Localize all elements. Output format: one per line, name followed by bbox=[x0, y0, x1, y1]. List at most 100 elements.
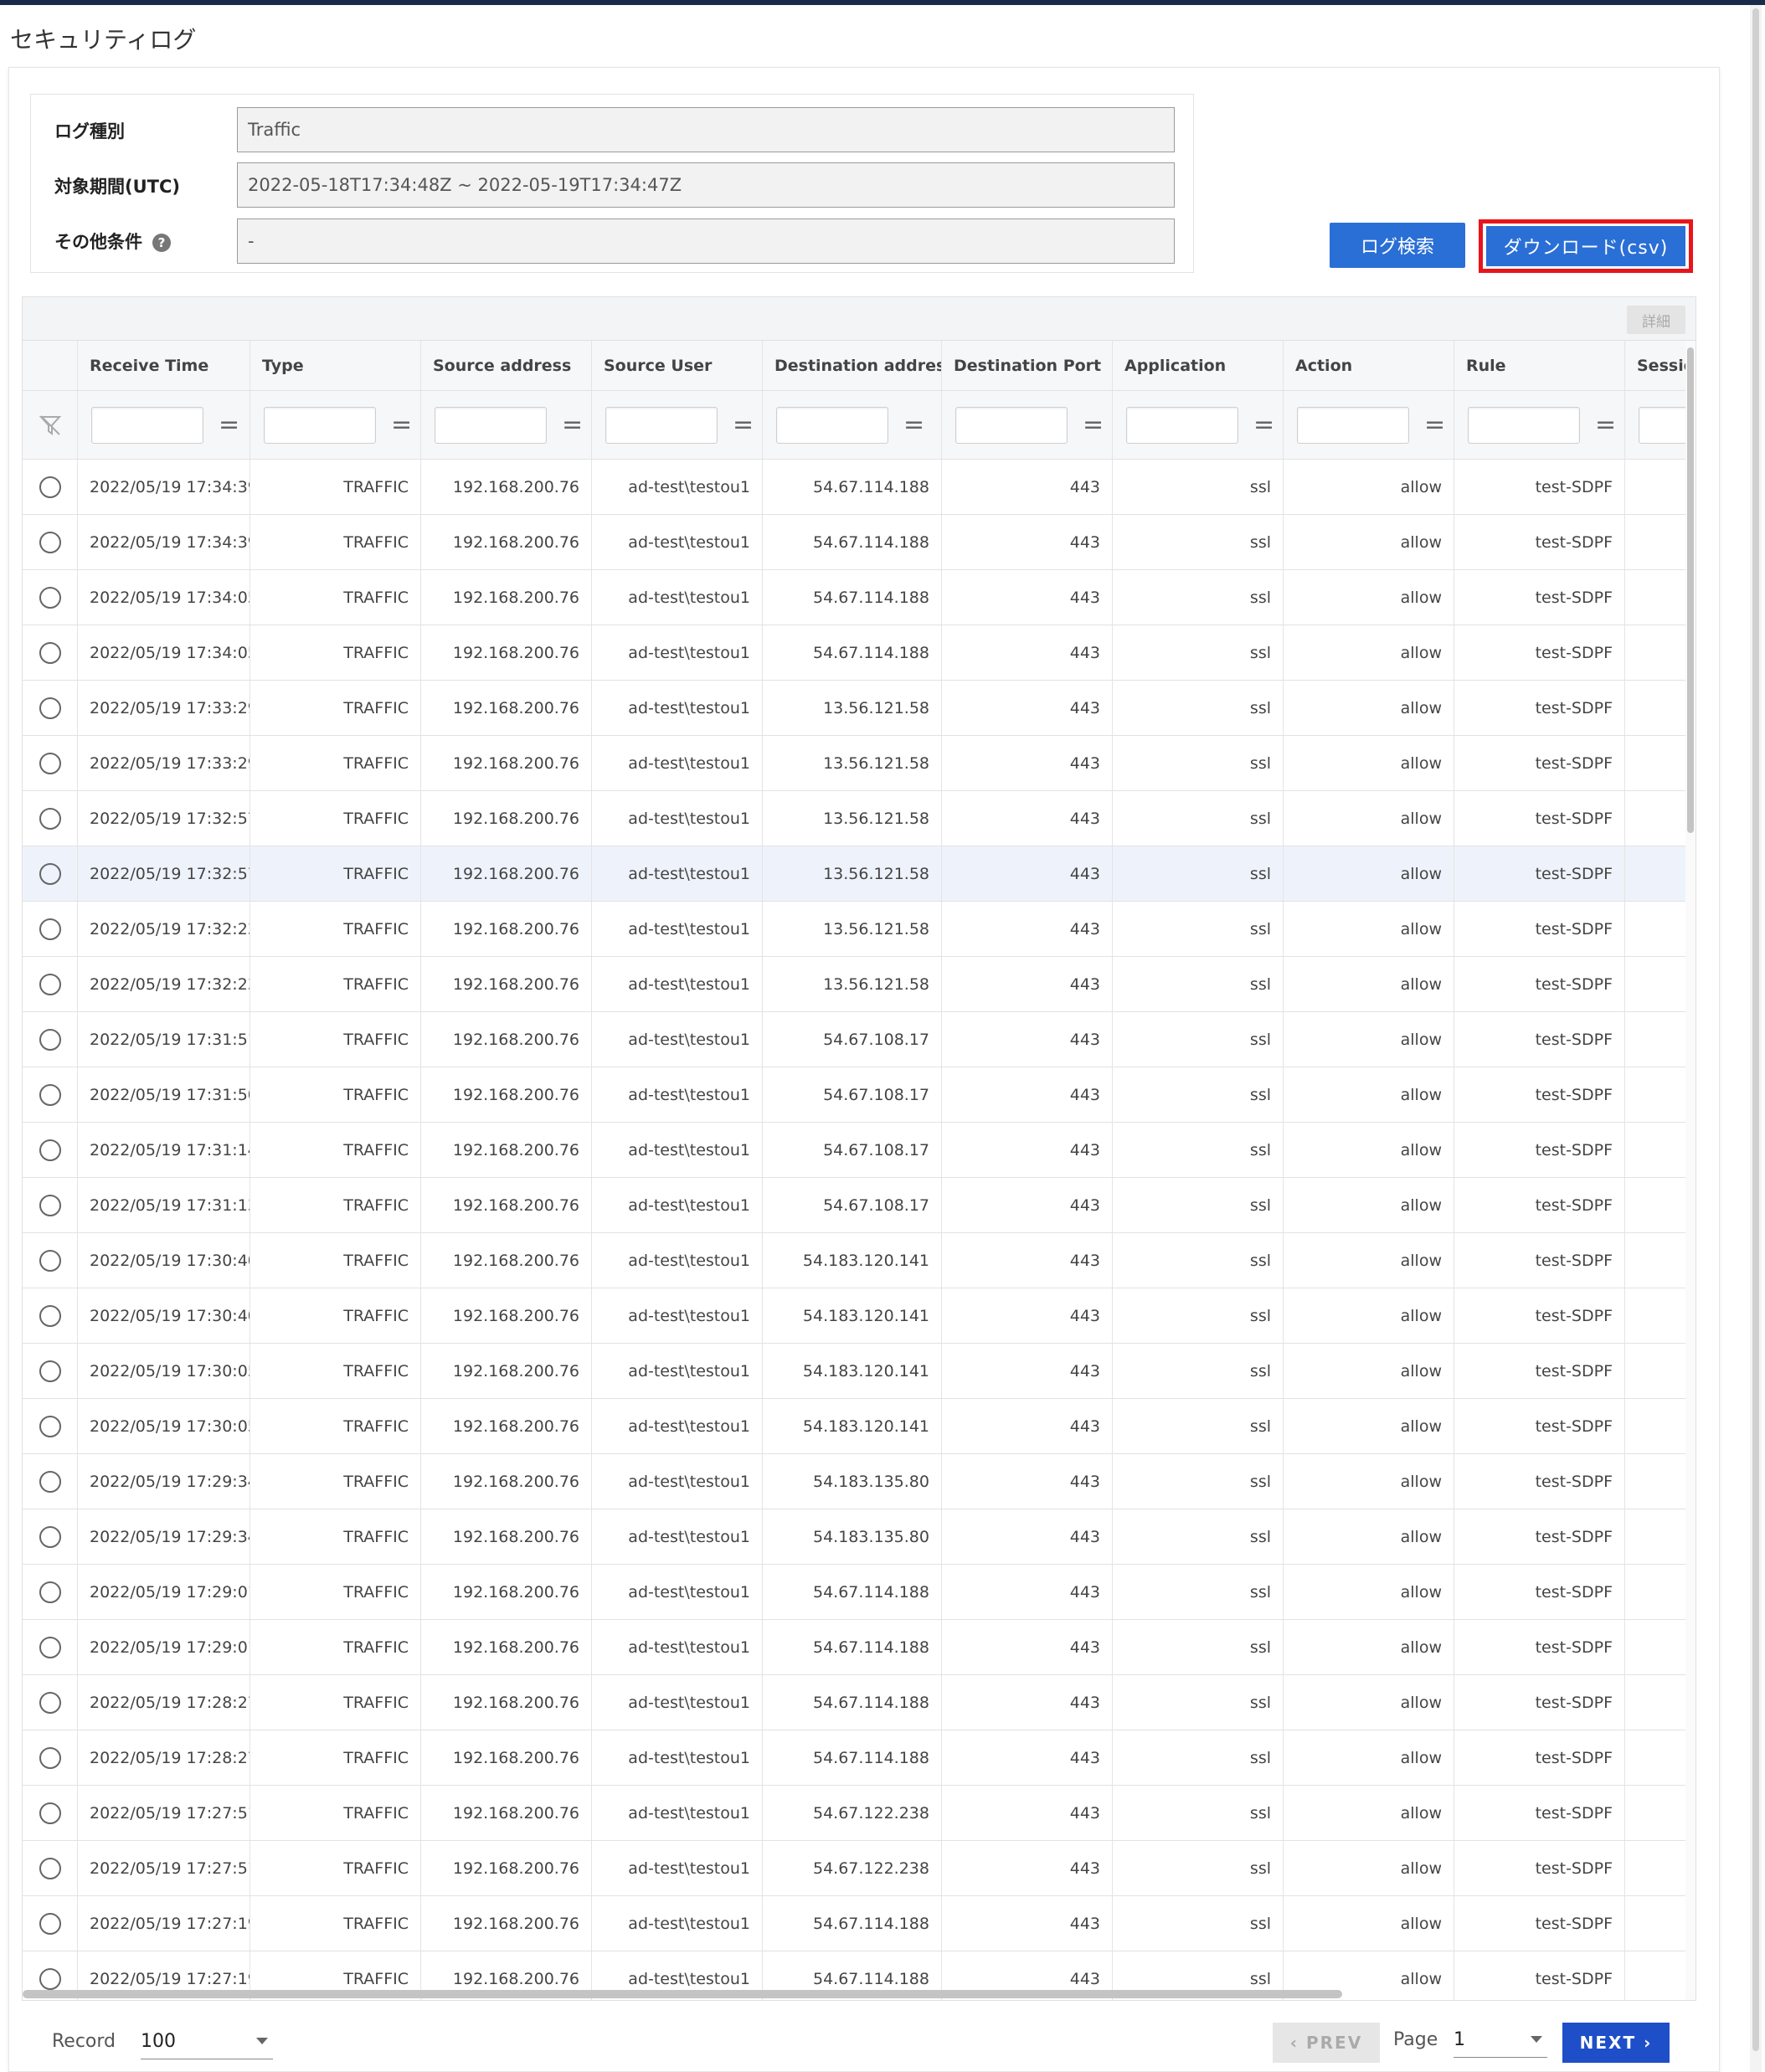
table-row[interactable]: 2022/05/19 17:31:14 TRAFFIC 192.168.200.76… bbox=[23, 1123, 1696, 1178]
table-row[interactable]: 2022/05/19 17:32:57 TRAFFIC 192.168.200.76… bbox=[23, 791, 1696, 846]
row-select-cell[interactable] bbox=[23, 1675, 78, 1730]
filter-operator[interactable]: = bbox=[1424, 410, 1445, 440]
table-row[interactable]: 2022/05/19 17:30:40 TRAFFIC 192.168.200.76… bbox=[23, 1233, 1696, 1288]
row-select-cell[interactable] bbox=[23, 1620, 78, 1674]
filter-off-icon[interactable] bbox=[23, 414, 77, 437]
table-row[interactable]: 2022/05/19 17:31:13 TRAFFIC 192.168.200.76… bbox=[23, 1178, 1696, 1233]
row-radio-button[interactable] bbox=[39, 862, 61, 885]
row-radio-button[interactable] bbox=[39, 807, 61, 830]
row-select-cell[interactable] bbox=[23, 1344, 78, 1398]
filter-input-source-user[interactable] bbox=[605, 406, 718, 444]
row-select-cell[interactable] bbox=[23, 1012, 78, 1067]
horizontal-scrollbar-thumb[interactable] bbox=[23, 1990, 1342, 1998]
table-row[interactable]: 2022/05/19 17:27:51 TRAFFIC 192.168.200.76… bbox=[23, 1841, 1696, 1896]
row-select-cell[interactable] bbox=[23, 570, 78, 625]
prev-button[interactable]: ‹ PREV bbox=[1273, 2023, 1380, 2063]
table-row[interactable]: 2022/05/19 17:29:34 TRAFFIC 192.168.200.76… bbox=[23, 1454, 1696, 1509]
table-row[interactable]: 2022/05/19 17:34:39 TRAFFIC 192.168.200.76… bbox=[23, 460, 1696, 515]
row-select-cell[interactable] bbox=[23, 846, 78, 901]
filter-operator[interactable]: = bbox=[733, 410, 754, 440]
filter-operator[interactable]: = bbox=[1595, 410, 1616, 440]
column-header-source-user[interactable]: Source User bbox=[592, 341, 763, 390]
row-select-cell[interactable] bbox=[23, 1730, 78, 1785]
row-radio-button[interactable] bbox=[39, 1691, 61, 1714]
detail-button[interactable]: 詳細 bbox=[1627, 306, 1685, 334]
table-row[interactable]: 2022/05/19 17:27:19 TRAFFIC 192.168.200.76… bbox=[23, 1896, 1696, 1951]
row-select-cell[interactable] bbox=[23, 681, 78, 735]
row-radio-button[interactable] bbox=[39, 1912, 61, 1935]
column-header-action[interactable]: Action bbox=[1284, 341, 1454, 390]
row-radio-button[interactable] bbox=[39, 476, 61, 498]
row-radio-button[interactable] bbox=[39, 1249, 61, 1272]
filter-operator[interactable]: = bbox=[903, 410, 924, 440]
row-select-cell[interactable] bbox=[23, 791, 78, 846]
filter-input-source-address[interactable] bbox=[435, 406, 547, 444]
row-radio-button[interactable] bbox=[39, 1470, 61, 1493]
table-row[interactable]: 2022/05/19 17:28:27 TRAFFIC 192.168.200.76… bbox=[23, 1675, 1696, 1730]
log-search-button[interactable]: ログ検索 bbox=[1330, 223, 1465, 268]
filter-clear-cell[interactable] bbox=[23, 391, 78, 459]
row-radio-button[interactable] bbox=[39, 641, 61, 664]
filter-operator[interactable]: = bbox=[562, 410, 583, 440]
row-select-cell[interactable] bbox=[23, 1399, 78, 1453]
help-icon[interactable]: ? bbox=[152, 234, 171, 252]
next-button[interactable]: NEXT › bbox=[1562, 2023, 1670, 2063]
column-header-destination-port[interactable]: Destination Port bbox=[942, 341, 1113, 390]
column-header-application[interactable]: Application bbox=[1113, 341, 1284, 390]
row-select-cell[interactable] bbox=[23, 1786, 78, 1840]
row-radio-button[interactable] bbox=[39, 1525, 61, 1548]
filter-operator[interactable]: = bbox=[1083, 410, 1104, 440]
filter-operator[interactable]: = bbox=[1253, 410, 1274, 440]
row-radio-button[interactable] bbox=[39, 1581, 61, 1603]
table-row[interactable]: 2022/05/19 17:30:40 TRAFFIC 192.168.200.76… bbox=[23, 1288, 1696, 1344]
table-row[interactable]: 2022/05/19 17:33:29 TRAFFIC 192.168.200.76… bbox=[23, 736, 1696, 791]
row-radio-button[interactable] bbox=[39, 1194, 61, 1216]
row-radio-button[interactable] bbox=[39, 1636, 61, 1658]
row-select-cell[interactable] bbox=[23, 1896, 78, 1951]
row-radio-button[interactable] bbox=[39, 1415, 61, 1437]
table-row[interactable]: 2022/05/19 17:29:01 TRAFFIC 192.168.200.76… bbox=[23, 1565, 1696, 1620]
row-radio-button[interactable] bbox=[39, 1802, 61, 1824]
table-row[interactable]: 2022/05/19 17:32:23 TRAFFIC 192.168.200.76… bbox=[23, 902, 1696, 957]
row-radio-button[interactable] bbox=[39, 1967, 61, 1990]
table-row[interactable]: 2022/05/19 17:32:57 TRAFFIC 192.168.200.76… bbox=[23, 846, 1696, 902]
filter-input-type[interactable] bbox=[264, 406, 376, 444]
table-row[interactable]: 2022/05/19 17:30:05 TRAFFIC 192.168.200.76… bbox=[23, 1399, 1696, 1454]
row-radio-button[interactable] bbox=[39, 586, 61, 609]
filter-input-destination-port[interactable] bbox=[955, 406, 1068, 444]
row-select-cell[interactable] bbox=[23, 1178, 78, 1232]
row-select-cell[interactable] bbox=[23, 736, 78, 790]
record-select[interactable]: 100 bbox=[141, 2024, 273, 2059]
table-row[interactable]: 2022/05/19 17:27:51 TRAFFIC 192.168.200.76… bbox=[23, 1786, 1696, 1841]
row-select-cell[interactable] bbox=[23, 1123, 78, 1177]
row-radio-button[interactable] bbox=[39, 1360, 61, 1382]
row-radio-button[interactable] bbox=[39, 1139, 61, 1161]
column-header-destination-address[interactable]: Destination address bbox=[763, 341, 942, 390]
table-row[interactable]: 2022/05/19 17:33:29 TRAFFIC 192.168.200.76… bbox=[23, 681, 1696, 736]
table-row[interactable]: 2022/05/19 17:30:05 TRAFFIC 192.168.200.76… bbox=[23, 1344, 1696, 1399]
page-scrollbar-thumb[interactable] bbox=[1752, 8, 1759, 2051]
row-select-cell[interactable] bbox=[23, 1288, 78, 1343]
row-radio-button[interactable] bbox=[39, 918, 61, 940]
filter-operator[interactable]: = bbox=[391, 410, 412, 440]
row-radio-button[interactable] bbox=[39, 531, 61, 553]
row-select-cell[interactable] bbox=[23, 1233, 78, 1288]
table-row[interactable]: 2022/05/19 17:34:05 TRAFFIC 192.168.200.76… bbox=[23, 625, 1696, 681]
vertical-scrollbar-thumb[interactable] bbox=[1687, 347, 1694, 833]
table-row[interactable]: 2022/05/19 17:29:01 TRAFFIC 192.168.200.76… bbox=[23, 1620, 1696, 1675]
row-select-cell[interactable] bbox=[23, 515, 78, 569]
row-select-cell[interactable] bbox=[23, 1509, 78, 1564]
filter-input-action[interactable] bbox=[1297, 406, 1409, 444]
filter-input-application[interactable] bbox=[1126, 406, 1238, 444]
row-radio-button[interactable] bbox=[39, 697, 61, 719]
row-select-cell[interactable] bbox=[23, 460, 78, 514]
table-row[interactable]: 2022/05/19 17:31:50 TRAFFIC 192.168.200.76… bbox=[23, 1067, 1696, 1123]
table-row[interactable]: 2022/05/19 17:34:05 TRAFFIC 192.168.200.76… bbox=[23, 570, 1696, 625]
table-row[interactable]: 2022/05/19 17:34:39 TRAFFIC 192.168.200.76… bbox=[23, 515, 1696, 570]
row-radio-button[interactable] bbox=[39, 752, 61, 774]
table-row[interactable]: 2022/05/19 17:29:34 TRAFFIC 192.168.200.76… bbox=[23, 1509, 1696, 1565]
row-radio-button[interactable] bbox=[39, 973, 61, 995]
download-csv-button[interactable]: ダウンロード(csv) bbox=[1486, 226, 1685, 266]
row-radio-button[interactable] bbox=[39, 1857, 61, 1879]
table-row[interactable]: 2022/05/19 17:31:51 TRAFFIC 192.168.200.76… bbox=[23, 1012, 1696, 1067]
